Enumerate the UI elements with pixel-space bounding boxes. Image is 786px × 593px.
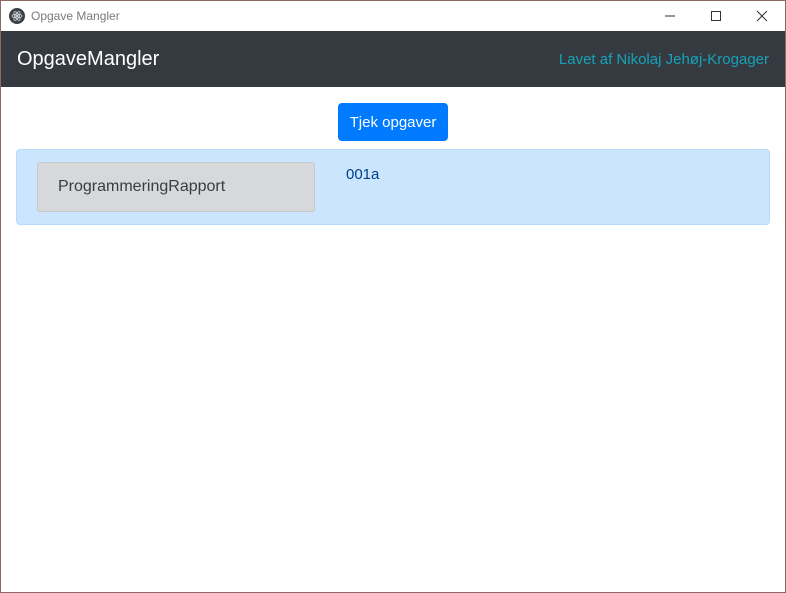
- maximize-button[interactable]: [693, 1, 739, 31]
- app-window: Opgave Mangler OpgaveMangler Lavet af Ni…: [0, 0, 786, 593]
- electron-app-icon: [9, 8, 25, 24]
- author-credit: Lavet af Nikolaj Jehøj-Krogager: [558, 50, 769, 68]
- check-tasks-button[interactable]: Tjek opgaver: [337, 103, 449, 141]
- minimize-button[interactable]: [647, 1, 693, 31]
- subject-button[interactable]: ProgrammeringRapport: [37, 162, 315, 212]
- action-row: Tjek opgaver: [16, 103, 770, 141]
- close-button[interactable]: [739, 1, 785, 31]
- result-alert: ProgrammeringRapport 001a: [16, 149, 770, 225]
- window-title: Opgave Mangler: [31, 9, 120, 23]
- navbar: OpgaveMangler Lavet af Nikolaj Jehøj-Kro…: [1, 31, 785, 87]
- title-bar[interactable]: Opgave Mangler: [1, 1, 785, 31]
- missing-task-code: 001a: [346, 166, 380, 183]
- window-controls: [647, 1, 785, 31]
- navbar-brand[interactable]: OpgaveMangler: [17, 48, 159, 71]
- maximize-icon: [711, 11, 721, 21]
- main-content: Tjek opgaver ProgrammeringRapport 001a: [1, 87, 785, 241]
- minimize-icon: [665, 15, 675, 17]
- close-icon: [756, 10, 768, 22]
